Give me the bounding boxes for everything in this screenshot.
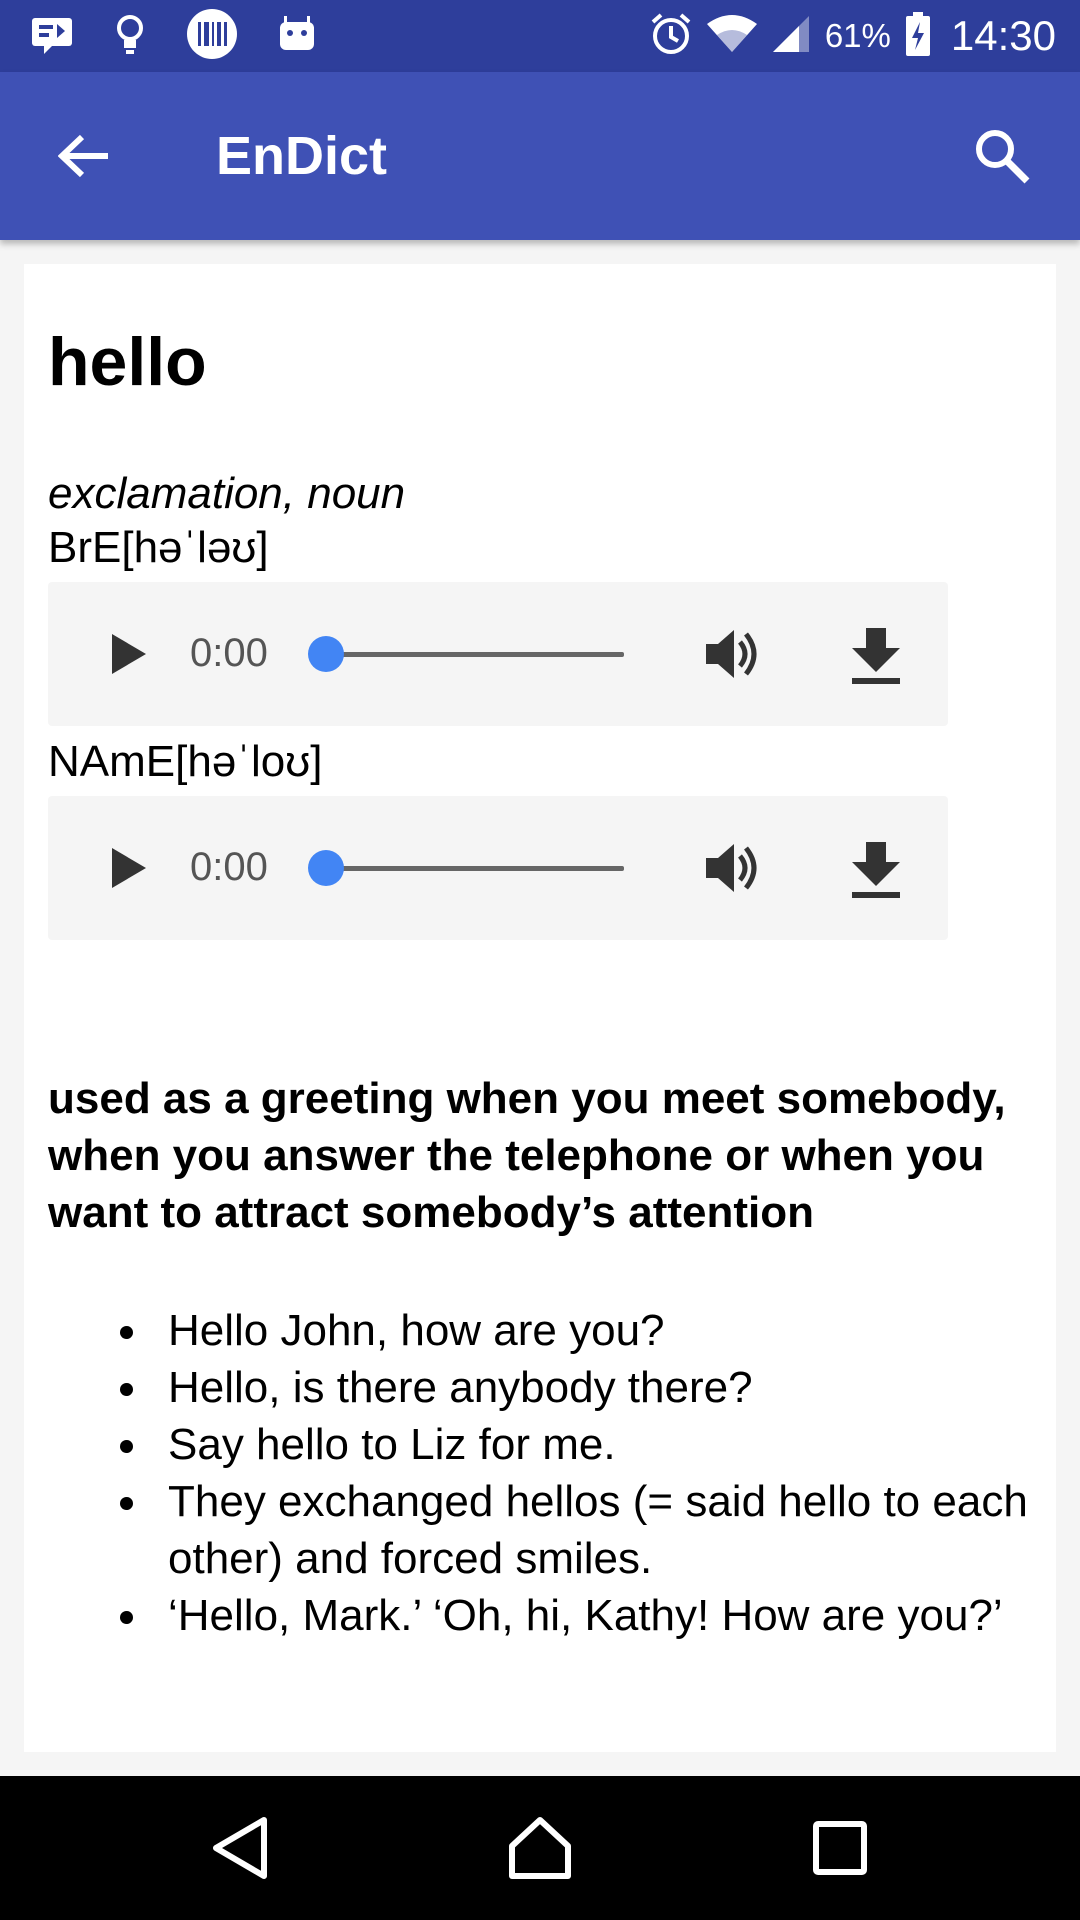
search-icon — [976, 130, 1030, 184]
headword: hello — [48, 324, 207, 400]
recents-square-icon — [813, 1821, 867, 1875]
audio-player-name: 0:00 — [48, 796, 948, 940]
volume-icon[interactable] — [702, 624, 762, 684]
notification-icon — [30, 14, 74, 59]
example-item: Say hello to Liz for me. — [48, 1416, 1038, 1473]
barcode-icon — [186, 8, 238, 65]
app-bar: EnDict — [0, 72, 1080, 240]
wifi-icon — [706, 14, 757, 59]
pronunciation-name: NAmE[həˈloʊ] — [48, 737, 323, 786]
status-right-icons: 61% 14:30 — [649, 0, 1056, 72]
nav-recents-button[interactable] — [800, 1808, 880, 1888]
alarm-icon — [649, 12, 693, 61]
example-item: Hello, is there anybody there? — [48, 1359, 1038, 1416]
home-icon — [509, 1817, 571, 1879]
back-button[interactable] — [50, 122, 118, 190]
nav-back-button[interactable] — [200, 1808, 280, 1888]
play-icon[interactable] — [104, 844, 152, 892]
battery-charging-icon — [905, 11, 931, 61]
signal-icon — [771, 14, 811, 59]
audio-seek-thumb[interactable] — [308, 636, 344, 672]
example-list: Hello John, how are you? Hello, is there… — [48, 1302, 1038, 1644]
definition: used as a greeting when you meet somebod… — [48, 1074, 1006, 1237]
status-clock: 14:30 — [950, 12, 1056, 59]
audio-seek-thumb[interactable] — [308, 850, 344, 886]
download-icon[interactable] — [848, 840, 904, 900]
audio-seek-track[interactable] — [334, 866, 624, 871]
audio-player-bre: 0:00 — [48, 582, 948, 726]
back-triangle-icon — [213, 1817, 267, 1879]
entry-card: hello exclamation, noun BrE[həˈləʊ] 0:00… — [24, 264, 1056, 1752]
download-icon[interactable] — [848, 626, 904, 686]
audio-seek-track[interactable] — [334, 652, 624, 657]
arrow-left-icon — [58, 134, 108, 178]
audio-time: 0:00 — [190, 845, 268, 889]
play-icon[interactable] — [104, 630, 152, 678]
battery-percent: 61% — [824, 17, 891, 54]
status-left-icons — [30, 8, 316, 61]
pronunciation-bre: BrE[həˈləʊ] — [48, 523, 269, 572]
nav-home-button[interactable] — [500, 1808, 580, 1888]
example-item: They exchanged hellos (= said hello to e… — [48, 1473, 1038, 1587]
lightbulb-icon — [114, 12, 146, 61]
volume-icon[interactable] — [702, 838, 762, 898]
part-of-speech: exclamation, noun — [48, 469, 406, 518]
search-button[interactable] — [964, 118, 1040, 194]
android-icon — [278, 14, 316, 59]
example-item: ‘Hello, Mark.’ ‘Oh, hi, Kathy! How are y… — [48, 1587, 1038, 1644]
audio-time: 0:00 — [190, 631, 268, 675]
navigation-bar — [0, 1776, 1080, 1920]
status-bar: 61% 14:30 — [0, 0, 1080, 72]
app-title: EnDict — [216, 126, 388, 186]
example-item: Hello John, how are you? — [48, 1302, 1038, 1359]
